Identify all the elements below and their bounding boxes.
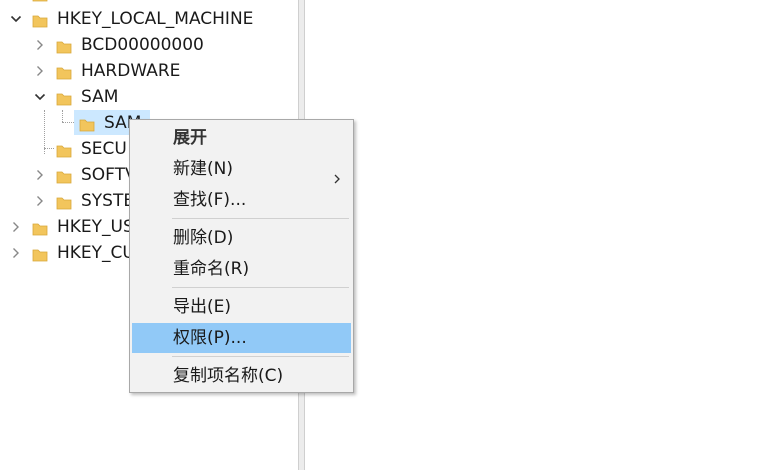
tree-item-label: HARDWARE bbox=[81, 61, 181, 81]
chevron-right-icon[interactable] bbox=[31, 188, 47, 214]
context-menu: 展开 新建(N) 查找(F)... 删除(D) 重命名(R) 导出(E) 权限(… bbox=[129, 119, 354, 393]
menu-item-export[interactable]: 导出(E) bbox=[132, 292, 351, 322]
folder-icon bbox=[32, 0, 48, 2]
tree-item-label: HKEY_CU bbox=[57, 243, 135, 263]
folder-icon bbox=[32, 11, 48, 28]
menu-item-label: 查找(F)... bbox=[173, 190, 247, 210]
menu-item-label: 权限(P)... bbox=[173, 328, 247, 348]
menu-item-rename[interactable]: 重命名(R) bbox=[132, 254, 351, 284]
tree-item-bcd[interactable]: BCD00000000 bbox=[0, 32, 298, 58]
chevron-right-icon[interactable] bbox=[31, 32, 47, 58]
tree-item-label: HKEY_US bbox=[57, 217, 134, 237]
folder-icon bbox=[79, 115, 95, 132]
chevron-right-icon[interactable] bbox=[7, 214, 23, 240]
menu-item-delete[interactable]: 删除(D) bbox=[132, 223, 351, 253]
menu-item-label: 重命名(R) bbox=[173, 259, 250, 279]
tree-item-label: SECU bbox=[81, 139, 127, 159]
menu-item-copy-key-name[interactable]: 复制项名称(C) bbox=[132, 361, 351, 391]
folder-icon bbox=[56, 193, 72, 210]
tree-item-label: SYSTE bbox=[81, 191, 135, 211]
menu-item-label: 展开 bbox=[173, 128, 207, 148]
menu-item-find[interactable]: 查找(F)... bbox=[132, 185, 351, 215]
chevron-right-icon[interactable] bbox=[31, 162, 47, 188]
tree-item-sam[interactable]: SAM bbox=[0, 84, 298, 110]
folder-icon bbox=[56, 141, 72, 158]
folder-icon bbox=[56, 63, 72, 80]
chevron-down-icon[interactable] bbox=[31, 84, 47, 110]
menu-item-label: 复制项名称(C) bbox=[173, 366, 284, 386]
tree-item-label: SAM bbox=[81, 87, 119, 107]
folder-icon bbox=[56, 37, 72, 54]
chevron-down-icon[interactable] bbox=[7, 6, 23, 32]
tree-item-hkey-local-machine[interactable]: HKEY_LOCAL_MACHINE bbox=[0, 6, 298, 32]
menu-item-label: 新建(N) bbox=[173, 159, 233, 179]
chevron-right-icon[interactable] bbox=[31, 58, 47, 84]
tree-item-label: HKEY_LOCAL_MACHINE bbox=[57, 9, 254, 29]
folder-icon bbox=[32, 245, 48, 262]
menu-separator bbox=[172, 287, 349, 288]
menu-separator bbox=[172, 218, 349, 219]
folder-icon bbox=[56, 167, 72, 184]
folder-icon bbox=[32, 219, 48, 236]
menu-separator bbox=[172, 356, 349, 357]
menu-item-label: 导出(E) bbox=[173, 297, 232, 317]
menu-item-new[interactable]: 新建(N) bbox=[132, 154, 351, 184]
folder-icon bbox=[56, 89, 72, 106]
chevron-right-icon[interactable] bbox=[7, 240, 23, 266]
menu-item-permissions[interactable]: 权限(P)... bbox=[132, 323, 351, 353]
menu-item-expand[interactable]: 展开 bbox=[132, 123, 351, 153]
tree-item-label: BCD00000000 bbox=[81, 35, 204, 55]
tree-item-hardware[interactable]: HARDWARE bbox=[0, 58, 298, 84]
menu-item-label: 删除(D) bbox=[173, 228, 234, 248]
